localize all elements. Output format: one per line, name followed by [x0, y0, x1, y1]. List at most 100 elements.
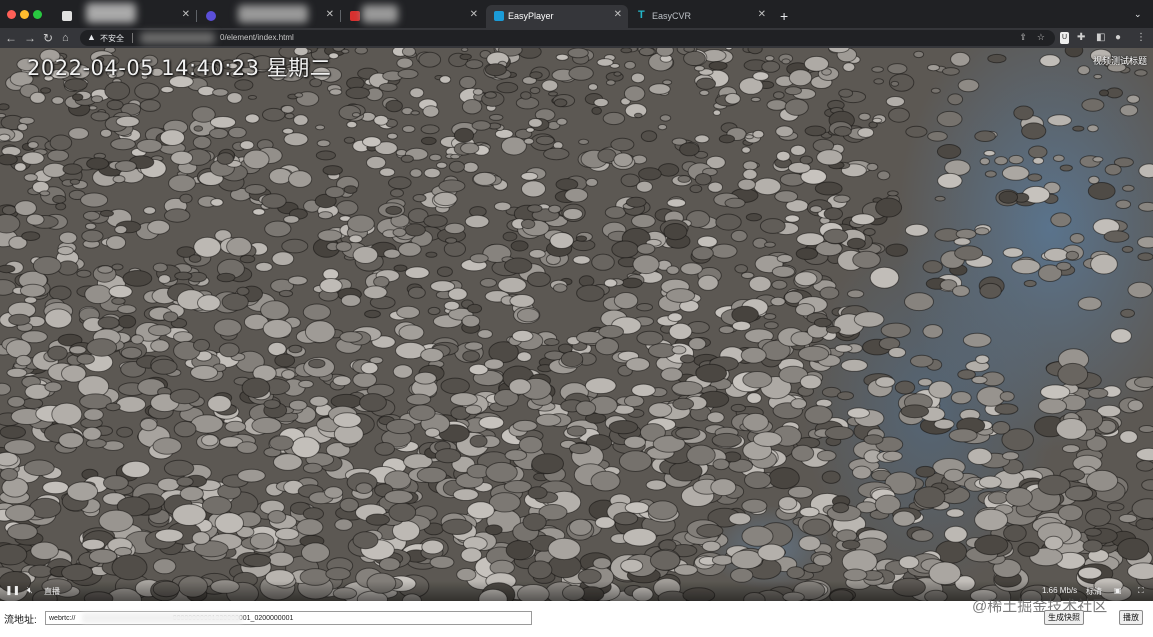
pebble: [773, 91, 785, 100]
pebble: [271, 251, 295, 266]
pebble: [359, 393, 387, 412]
pebble: [333, 412, 362, 428]
pebble: [21, 397, 44, 410]
new-tab-button[interactable]: +: [780, 8, 788, 24]
tab-2[interactable]: ✕: [198, 5, 340, 28]
pebble: [0, 467, 19, 482]
pebble: [802, 518, 831, 536]
pebble: [213, 318, 242, 337]
forward-icon[interactable]: →: [24, 31, 36, 45]
pebble: [587, 83, 599, 91]
pebble: [605, 79, 616, 86]
puzzle-icon[interactable]: ✚: [1077, 32, 1085, 44]
pebble: [694, 134, 710, 144]
close-tab-icon[interactable]: ✕: [614, 9, 622, 20]
pebble: [384, 489, 414, 504]
pebble: [301, 542, 330, 563]
pebble: [528, 118, 543, 128]
pebble: [329, 88, 343, 96]
snapshot-button[interactable]: 生成快照: [1044, 610, 1084, 625]
menu-icon[interactable]: ⋮: [1136, 32, 1146, 44]
pebble: [69, 345, 87, 355]
pebble: [354, 48, 368, 55]
play-button[interactable]: 播放: [1119, 610, 1143, 625]
pebble: [274, 527, 300, 541]
close-tab-icon[interactable]: ✕: [470, 9, 478, 20]
pebble: [994, 156, 1008, 166]
chevron-down-icon[interactable]: ⌄: [1134, 9, 1142, 20]
pebble: [950, 51, 971, 67]
close-tab-icon[interactable]: ✕: [758, 9, 766, 20]
pebble: [1127, 399, 1144, 412]
close-tab-icon[interactable]: ✕: [182, 9, 190, 20]
pebble: [291, 436, 321, 459]
pebble: [362, 136, 382, 148]
pebble: [461, 48, 469, 52]
pebble: [281, 369, 296, 380]
pebble: [955, 228, 977, 240]
pebble: [527, 486, 548, 500]
pebble: [0, 264, 16, 274]
sidebar-icon[interactable]: ◧: [1096, 32, 1105, 44]
pebble: [505, 540, 534, 561]
video-player[interactable]: 2022-04-05 14:40:23 星期二 视频测试标题 ❚❚ 🔇︎ 直播 …: [0, 48, 1153, 601]
pebble: [489, 113, 504, 121]
pebble: [1077, 566, 1103, 580]
fullscreen-icon[interactable]: ⛶: [1138, 586, 1144, 596]
pebble: [823, 207, 843, 221]
pebble: [622, 527, 657, 547]
security-label: 不安全: [100, 34, 124, 43]
pause-icon[interactable]: ❚❚: [5, 585, 20, 596]
pebble: [1065, 250, 1080, 261]
pebble: [568, 65, 594, 81]
tab-3[interactable]: ✕: [342, 5, 484, 28]
pebble: [548, 91, 558, 97]
profile-icon[interactable]: ●: [1115, 32, 1121, 44]
mute-icon[interactable]: 🔇︎: [27, 585, 33, 596]
screenshot-icon[interactable]: ▣: [1114, 586, 1122, 595]
pebble: [91, 95, 104, 103]
reload-icon[interactable]: ↻: [43, 31, 53, 45]
pebble: [348, 234, 363, 244]
pebble: [852, 250, 881, 269]
pebble: [576, 284, 605, 302]
generic-icon: [62, 11, 72, 21]
close-tab-icon[interactable]: ✕: [326, 9, 334, 20]
extension-u-icon[interactable]: U: [1060, 32, 1070, 44]
pebble: [51, 96, 65, 105]
pebble: [752, 431, 783, 448]
share-icon[interactable]: ⇪: [1019, 32, 1027, 43]
pebble: [784, 214, 800, 223]
pebble: [535, 413, 562, 427]
pebble: [450, 153, 461, 160]
tab-1[interactable]: ✕: [54, 3, 196, 28]
tab-easycvr[interactable]: T EasyCVR ✕: [630, 5, 772, 28]
pebble: [278, 289, 294, 298]
pebble: [236, 441, 258, 454]
pebble: [68, 127, 89, 140]
pebble: [1003, 524, 1027, 543]
minimize-window-icon[interactable]: [20, 10, 29, 19]
pebble: [528, 249, 546, 259]
pebble: [503, 480, 532, 494]
pebble: [953, 237, 971, 246]
back-icon[interactable]: ←: [5, 31, 17, 45]
pebble: [775, 125, 794, 138]
pebble: [927, 131, 948, 142]
pebble: [351, 112, 361, 118]
pebble: [946, 508, 965, 518]
bookmark-star-icon[interactable]: ☆: [1037, 32, 1045, 43]
pebble: [261, 193, 287, 209]
address-bar[interactable]: ▲ 不安全 0/element/index.html ⇪ ☆: [80, 30, 1055, 46]
close-window-icon[interactable]: [7, 10, 16, 19]
tab-easyplayer[interactable]: EasyPlayer ✕: [486, 5, 628, 28]
maximize-window-icon[interactable]: [33, 10, 42, 19]
pebble: [740, 347, 767, 364]
pebble: [904, 292, 934, 312]
pebble: [578, 138, 589, 146]
pebble: [420, 124, 440, 135]
pebble: [0, 213, 21, 234]
home-icon[interactable]: ⌂: [62, 31, 69, 45]
pebble: [757, 543, 786, 562]
pebble: [173, 420, 197, 438]
